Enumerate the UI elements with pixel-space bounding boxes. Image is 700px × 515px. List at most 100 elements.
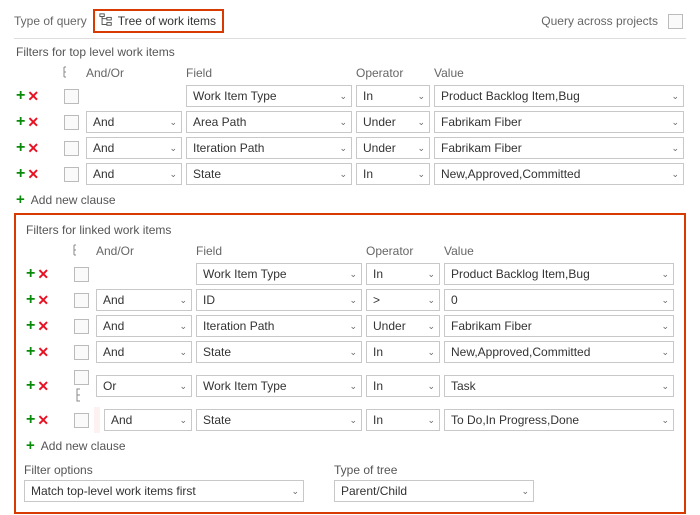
operator-value: In [363,167,373,181]
chevron-down-icon: ⌄ [427,269,435,280]
field-select[interactable]: State⌄ [186,163,352,185]
add-row-icon[interactable]: + [16,89,25,103]
remove-row-icon[interactable]: ✕ [37,319,49,333]
add-row-icon[interactable]: + [16,167,25,181]
add-row-icon[interactable]: + [26,413,35,427]
operator-select[interactable]: Under⌄ [356,111,430,133]
operator-select[interactable]: In⌄ [366,409,440,431]
chevron-down-icon: ⌄ [427,295,435,306]
group-header-icon [60,65,74,79]
field-select[interactable]: Area Path⌄ [186,111,352,133]
chevron-down-icon: ⌄ [417,169,425,180]
value-select[interactable]: 0⌄ [444,289,674,311]
chevron-down-icon: ⌄ [349,269,357,280]
group-row-checkbox[interactable] [64,141,79,156]
value-select[interactable]: New,Approved,Committed⌄ [444,341,674,363]
add-icon[interactable]: + [16,193,25,207]
group-row-checkbox[interactable] [74,319,89,334]
andor-select[interactable]: And⌄ [96,341,192,363]
group-row-checkbox[interactable] [74,413,89,428]
tree-type-select[interactable]: Parent/Child ⌄ [334,480,534,502]
query-type-selector[interactable]: Tree of work items [93,9,224,33]
operator-select[interactable]: In⌄ [366,341,440,363]
add-clause-top[interactable]: Add new clause [31,193,116,207]
add-icon[interactable]: + [26,439,35,453]
group-row-checkbox[interactable] [74,293,89,308]
filter-options-select[interactable]: Match top-level work items first ⌄ [24,480,304,502]
value-select[interactable]: Product Backlog Item,Bug⌄ [434,85,684,107]
field-select[interactable]: State⌄ [196,341,362,363]
header-value: Value [442,241,676,261]
group-row-checkbox[interactable] [74,267,89,282]
field-select[interactable]: Work Item Type⌄ [186,85,352,107]
group-row-checkbox[interactable] [74,345,89,360]
add-row-icon[interactable]: + [26,319,35,333]
chevron-down-icon: ⌄ [179,347,187,358]
field-select[interactable]: State⌄ [196,409,362,431]
cross-projects-checkbox[interactable] [668,14,683,29]
add-row-icon[interactable]: + [26,379,35,393]
operator-select[interactable]: In⌄ [356,85,430,107]
remove-row-icon[interactable]: ✕ [27,167,39,181]
chevron-down-icon: ⌄ [661,295,669,306]
operator-value: In [363,89,373,103]
linked-filters-section: Filters for linked work items And/Or Fie… [14,213,686,514]
group-row-checkbox[interactable] [64,115,79,130]
remove-row-icon[interactable]: ✕ [37,379,49,393]
value-select[interactable]: New,Approved,Committed⌄ [434,163,684,185]
chevron-down-icon: ⌄ [417,117,425,128]
remove-row-icon[interactable]: ✕ [27,115,39,129]
operator-select[interactable]: In⌄ [366,375,440,397]
remove-row-icon[interactable]: ✕ [27,141,39,155]
value-select[interactable]: Task⌄ [444,375,674,397]
field-select[interactable]: Work Item Type⌄ [196,375,362,397]
top-filters-table: And/Or Field Operator Value +✕Work Item … [14,63,686,187]
chevron-down-icon: ⌄ [349,321,357,332]
value-text: Product Backlog Item,Bug [441,89,580,103]
add-row-icon[interactable]: + [16,115,25,129]
field-select[interactable]: ID⌄ [196,289,362,311]
operator-select[interactable]: In ⌄ [356,163,430,185]
group-row-checkbox[interactable] [74,370,89,385]
andor-select[interactable]: And⌄ [86,163,182,185]
andor-select[interactable]: And⌄ [86,137,182,159]
value-select[interactable]: Fabrikam Fiber⌄ [434,137,684,159]
operator-select[interactable]: Under⌄ [366,315,440,337]
value-select[interactable]: Fabrikam Fiber⌄ [444,315,674,337]
operator-select[interactable]: >⌄ [366,289,440,311]
andor-select[interactable]: And⌄ [96,315,192,337]
remove-row-icon[interactable]: ✕ [37,267,49,281]
filter-row: +✕ And⌄State⌄In⌄To Do,In Progress,Done⌄ [24,407,676,433]
chevron-down-icon: ⌄ [179,381,187,392]
value-select[interactable]: Product Backlog Item,Bug⌄ [444,263,674,285]
chevron-down-icon: ⌄ [427,381,435,392]
operator-select[interactable]: In⌄ [366,263,440,285]
remove-row-icon[interactable]: ✕ [37,293,49,307]
add-row-icon[interactable]: + [16,141,25,155]
field-select[interactable]: Work Item Type⌄ [196,263,362,285]
value-select[interactable]: Fabrikam Fiber⌄ [434,111,684,133]
operator-value: In [373,413,383,427]
group-row-checkbox[interactable] [64,89,79,104]
remove-row-icon[interactable]: ✕ [27,89,39,103]
operator-select[interactable]: Under⌄ [356,137,430,159]
field-select[interactable]: Iteration Path⌄ [196,315,362,337]
field-select[interactable]: Iteration Path⌄ [186,137,352,159]
andor-select[interactable]: And⌄ [86,111,182,133]
add-row-icon[interactable]: + [26,293,35,307]
add-clause-linked[interactable]: Add new clause [41,439,126,453]
filter-row: +✕ And⌄Area Path⌄Under⌄Fabrikam Fiber⌄ [14,109,686,135]
add-row-icon[interactable]: + [26,267,35,281]
andor-select[interactable]: And⌄ [96,289,192,311]
andor-value: And [111,413,132,427]
field-value: Work Item Type [203,379,287,393]
group-row-checkbox[interactable] [64,167,79,182]
andor-select[interactable]: Or⌄ [96,375,192,397]
remove-row-icon[interactable]: ✕ [37,345,49,359]
remove-row-icon[interactable]: ✕ [37,413,49,427]
andor-select[interactable]: And⌄ [104,409,192,431]
add-row-icon[interactable]: + [26,345,35,359]
value-text: Product Backlog Item,Bug [451,267,590,281]
chevron-down-icon: ⌄ [661,321,669,332]
value-select[interactable]: To Do,In Progress,Done⌄ [444,409,674,431]
